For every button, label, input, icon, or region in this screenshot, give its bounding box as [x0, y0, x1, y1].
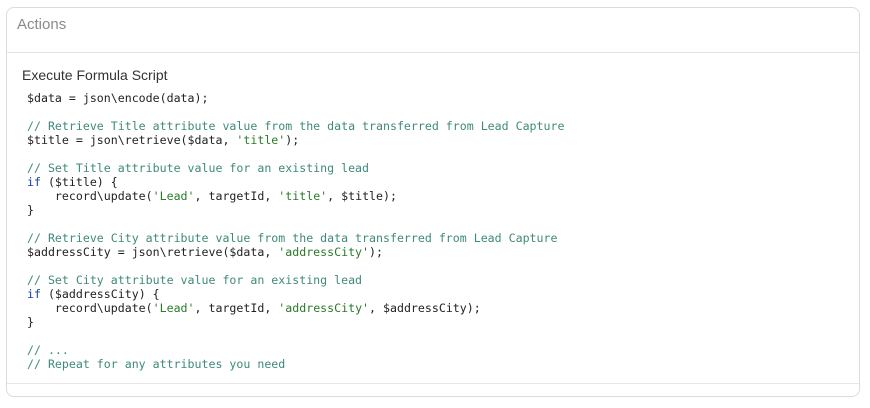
code-line: // Set Title attribute value for an exis… [27, 161, 844, 175]
code-token: } [27, 203, 34, 217]
code-string: 'Lead' [152, 301, 195, 315]
panel-body: Execute Formula Script $data = json\enco… [7, 53, 859, 371]
code-comment: // Repeat for any attributes you need [27, 357, 286, 371]
code-token: ($title) { [40, 175, 118, 189]
code-keyword: if [27, 175, 41, 189]
code-line: // Repeat for any attributes you need [27, 357, 844, 371]
formula-script-code[interactable]: $data = json\encode(data); // Retrieve T… [22, 91, 844, 371]
code-token: , $addressCity); [369, 301, 481, 315]
code-token: , targetId, [194, 189, 279, 203]
code-line: // ... [27, 343, 844, 357]
code-line: // Set City attribute value for an exist… [27, 273, 844, 287]
code-token: record\update( [27, 189, 153, 203]
code-line: $addressCity = json\retrieve($data, 'add… [27, 245, 844, 259]
code-line: // Retrieve City attribute value from th… [27, 231, 844, 245]
code-token: $title = json\retrieve($data, [27, 133, 237, 147]
code-line: // Retrieve Title attribute value from t… [27, 119, 844, 133]
code-token: record\update( [27, 301, 153, 315]
code-token: ); [369, 245, 383, 259]
actions-panel: Actions Execute Formula Script $data = j… [6, 7, 860, 397]
panel-header: Actions [7, 8, 859, 53]
code-line: record\update('Lead', targetId, 'title',… [27, 189, 844, 203]
code-token: $data = json\encode(data); [27, 91, 209, 105]
code-keyword: if [27, 287, 41, 301]
code-token: ($addressCity) { [40, 287, 160, 301]
code-token: ); [285, 133, 300, 147]
code-comment: // Set City attribute value for an exist… [27, 273, 363, 287]
code-token: } [27, 315, 34, 329]
code-string: 'title' [278, 189, 328, 203]
code-line: $title = json\retrieve($data, 'title'); [27, 133, 844, 147]
panel-title: Actions [17, 16, 67, 33]
code-comment: // ... [27, 343, 69, 357]
code-string: 'addressCity' [278, 301, 370, 315]
code-line: if ($addressCity) { [27, 287, 844, 301]
code-line: record\update('Lead', targetId, 'address… [27, 301, 844, 315]
code-string: 'Lead' [152, 189, 195, 203]
code-line: } [27, 315, 844, 329]
code-comment: // Set Title attribute value for an exis… [27, 161, 370, 175]
code-token: , $title); [327, 189, 397, 203]
code-line: } [27, 203, 844, 217]
code-token: $addressCity = json\retrieve($data, [27, 245, 279, 259]
code-string: 'addressCity' [278, 245, 370, 259]
code-comment: // Retrieve City attribute value from th… [27, 231, 558, 245]
action-label: Execute Formula Script [22, 67, 168, 83]
code-string: 'title' [236, 133, 286, 147]
panel-footer-divider [7, 383, 859, 384]
code-token: , targetId, [194, 301, 279, 315]
code-line: $data = json\encode(data); [27, 91, 844, 105]
code-line: if ($title) { [27, 175, 844, 189]
code-comment: // Retrieve Title attribute value from t… [27, 119, 565, 133]
